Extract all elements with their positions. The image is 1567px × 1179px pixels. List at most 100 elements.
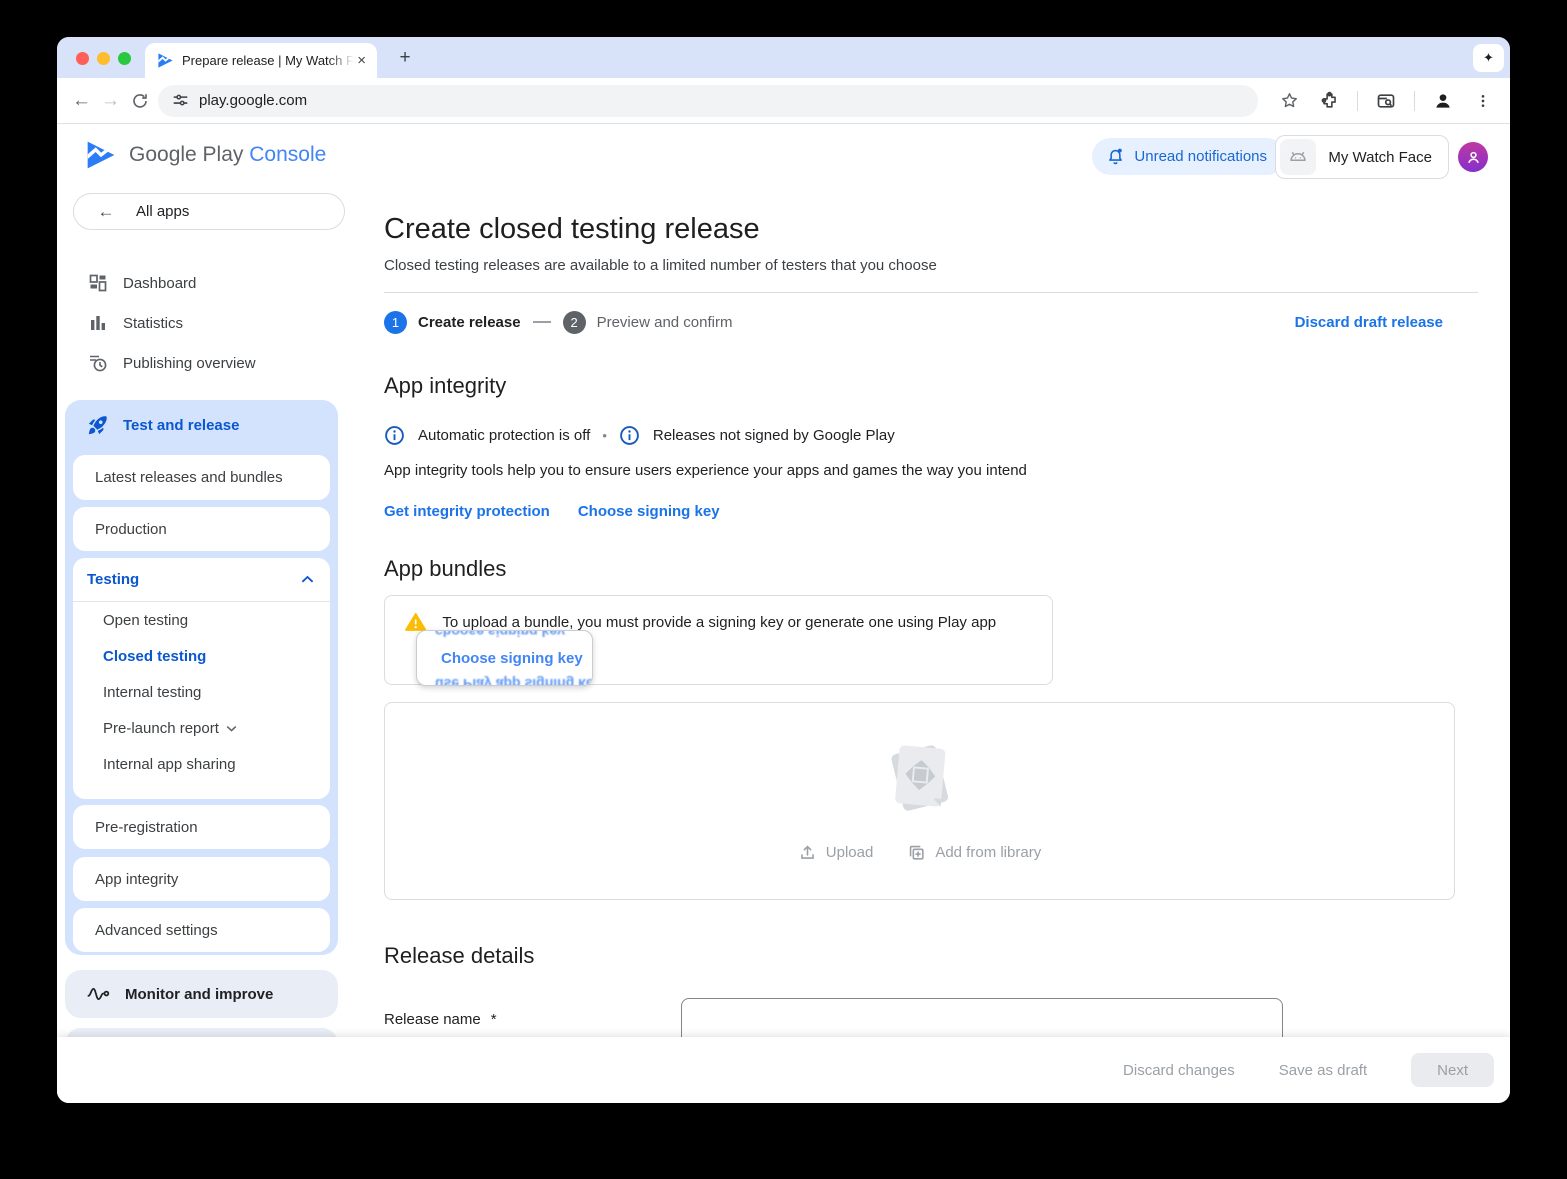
unread-notifications-button[interactable]: Unread notifications (1092, 138, 1285, 175)
integrity-links: Get integrity protection Choose signing … (384, 503, 1478, 520)
bookmark-star-icon[interactable] (1272, 84, 1306, 118)
get-integrity-protection-link[interactable]: Get integrity protection (384, 503, 550, 520)
choose-signing-key-tooltip-label[interactable]: Choose signing key (441, 650, 583, 667)
tab-strip: Prepare release | My Watch Fa × + ✦ (57, 37, 1510, 78)
sidebar-item-testing[interactable]: Testing (73, 558, 330, 602)
app-bundles-heading: App bundles (384, 556, 507, 581)
warning-icon (405, 613, 427, 631)
publishing-overview-icon (88, 353, 110, 373)
account-avatar[interactable] (1458, 142, 1488, 172)
chevron-up-icon (301, 575, 314, 584)
choose-signing-key-tooltip[interactable]: choose signing key Choose signing key us… (416, 630, 593, 686)
page-title: Create closed testing release (384, 213, 760, 245)
profile-icon[interactable] (1426, 84, 1460, 118)
next-button[interactable]: Next (1411, 1053, 1494, 1087)
window-controls (76, 52, 131, 65)
statistics-icon (88, 313, 110, 333)
choose-signing-key-link[interactable]: Choose signing key (578, 503, 720, 520)
testing-card: Testing Open testing Closed testing Inte… (73, 558, 330, 799)
required-asterisk: * (490, 1011, 497, 1028)
reload-button[interactable] (125, 84, 154, 118)
step-1-badge[interactable]: 1 (384, 310, 407, 334)
sidebar-item-production[interactable]: Production (73, 507, 330, 551)
page-subtitle: Closed testing releases are available to… (384, 257, 937, 274)
sidebar-item-closed-testing[interactable]: Closed testing (73, 638, 330, 674)
sidebar-item-pre-launch-report[interactable]: Pre-launch report (73, 710, 330, 746)
maximize-window-button[interactable] (118, 52, 131, 65)
sidebar-item-internal-app-sharing[interactable]: Internal app sharing (73, 746, 330, 782)
sidebar-item-dashboard[interactable]: Dashboard (57, 269, 345, 297)
discard-draft-release-link[interactable]: Discard draft release (1295, 314, 1443, 331)
info-icon (619, 425, 640, 446)
sub-item-label: Closed testing (103, 647, 207, 665)
sidebar-item-publishing-overview[interactable]: Publishing overview (57, 349, 345, 377)
bundle-papers-icon (890, 745, 948, 811)
browser-tab[interactable]: Prepare release | My Watch Fa × (145, 43, 377, 78)
notification-bell-icon (1109, 148, 1123, 165)
save-as-draft-button[interactable]: Save as draft (1279, 1062, 1367, 1079)
main-content: Create closed testing release Closed tes… (384, 190, 1478, 1078)
sidebar-item-statistics[interactable]: Statistics (57, 309, 345, 337)
sidebar-item-latest-releases[interactable]: Latest releases and bundles (73, 455, 330, 500)
site-settings-icon[interactable] (172, 92, 189, 109)
sidebar-item-open-testing[interactable]: Open testing (73, 602, 330, 638)
tab-title: Prepare release | My Watch Fa (182, 53, 355, 68)
sidebar-item-test-and-release[interactable]: Test and release (65, 400, 239, 450)
sub-item-label: Internal testing (103, 683, 202, 701)
sidebar-item-advanced-settings[interactable]: Advanced settings (73, 908, 330, 952)
integrity-status-row: Automatic protection is off • Releases n… (384, 425, 1478, 446)
monitor-and-improve-label: Monitor and improve (125, 985, 274, 1003)
sidebar-item-internal-testing[interactable]: Internal testing (73, 674, 330, 710)
sidebar-item-label: Publishing overview (123, 354, 256, 372)
dashboard-icon (88, 273, 110, 293)
glitch-artifact: use Play app signing key (435, 676, 593, 686)
toolbar-separator (1414, 90, 1415, 111)
step-1-label[interactable]: Create release (418, 314, 521, 331)
app-integrity-heading: App integrity (384, 373, 507, 398)
stepper-connector (532, 321, 551, 323)
release-name-label: Release name * (384, 1011, 497, 1028)
app-bundle-dropzone[interactable]: Upload Add from library (384, 702, 1455, 900)
sidebar: ← All apps Dashboard Statistics Publishi… (57, 190, 345, 1103)
back-button[interactable]: ← (67, 84, 96, 118)
logo-console-text: Console (249, 143, 327, 166)
library-add-icon (910, 845, 924, 860)
url-text: play.google.com (199, 92, 308, 109)
sidebar-item-label: Statistics (123, 314, 184, 332)
url-bar[interactable]: play.google.com (158, 84, 1258, 117)
toolbar-actions (1272, 84, 1500, 118)
browser-menu-icon[interactable] (1466, 84, 1500, 118)
upload-button[interactable]: Upload (798, 843, 873, 862)
new-tab-button[interactable]: + (391, 44, 419, 72)
app-selector[interactable]: My Watch Face (1275, 135, 1449, 179)
all-apps-button[interactable]: ← All apps (73, 193, 345, 230)
divider (384, 292, 1478, 293)
sidebar-item-pre-registration[interactable]: Pre-registration (73, 805, 330, 849)
sidebar-item-monitor-and-improve[interactable]: Monitor and improve (65, 970, 338, 1018)
release-stepper: 1 Create release 2 Preview and confirm D… (384, 310, 1478, 334)
forward-button[interactable]: → (96, 84, 125, 118)
search-tabs-icon[interactable] (1369, 84, 1403, 118)
card-label: Pre-registration (95, 818, 198, 836)
sidebar-item-app-integrity[interactable]: App integrity (73, 857, 330, 901)
play-console-logo[interactable]: Google Play Console (85, 139, 326, 171)
test-and-release-label: Test and release (123, 416, 240, 434)
extensions-icon[interactable] (1312, 84, 1346, 118)
close-window-button[interactable] (76, 52, 89, 65)
release-details-heading: Release details (384, 943, 535, 968)
discard-changes-button[interactable]: Discard changes (1123, 1062, 1235, 1079)
sidebar-item-label: Dashboard (123, 274, 197, 292)
all-apps-label: All apps (136, 203, 190, 220)
step-2-badge[interactable]: 2 (562, 310, 586, 334)
test-and-release-section: Test and release Latest releases and bun… (65, 400, 338, 955)
sparkle-icon[interactable]: ✦ (1473, 44, 1504, 72)
chevron-down-icon (226, 725, 237, 732)
tab-close-icon[interactable]: × (354, 52, 369, 69)
reload-icon (132, 93, 147, 108)
card-label: Advanced settings (95, 921, 218, 939)
minimize-window-button[interactable] (97, 52, 110, 65)
add-from-library-button[interactable]: Add from library (907, 843, 1041, 862)
app-selector-label: My Watch Face (1328, 148, 1432, 166)
step-2-label[interactable]: Preview and confirm (597, 314, 733, 331)
upload-icon (800, 845, 814, 859)
